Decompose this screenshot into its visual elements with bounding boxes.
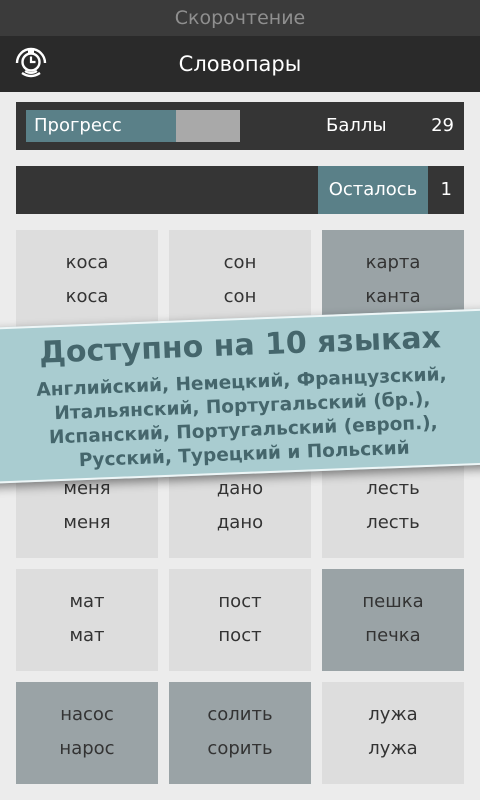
word-bottom: коса bbox=[65, 286, 109, 307]
word-bottom: дано bbox=[216, 512, 264, 533]
word-bottom: канта bbox=[365, 286, 421, 307]
score-value: 29 bbox=[431, 115, 454, 136]
word-top: коса bbox=[65, 252, 109, 273]
word-top: солить bbox=[207, 704, 273, 725]
word-top: дано bbox=[216, 478, 264, 499]
word-pair-card[interactable]: солить сорить bbox=[169, 682, 311, 784]
word-bottom: нарос bbox=[59, 738, 115, 759]
word-top: сон bbox=[223, 252, 257, 273]
word-pair-card[interactable]: насос нарос bbox=[16, 682, 158, 784]
word-pair-card[interactable]: пешка печка bbox=[322, 569, 464, 671]
word-bottom: мат bbox=[69, 625, 105, 646]
word-pair-card[interactable]: пост пост bbox=[169, 569, 311, 671]
word-bottom: сон bbox=[223, 286, 257, 307]
word-top: пешка bbox=[362, 591, 424, 612]
stopwatch-icon[interactable] bbox=[12, 46, 50, 82]
progress-label: Прогресс bbox=[34, 115, 122, 136]
remaining-value: 1 bbox=[440, 179, 452, 200]
word-bottom: лесть bbox=[366, 512, 420, 533]
window-title: Скорочтение bbox=[0, 0, 480, 36]
word-bottom: сорить bbox=[207, 738, 273, 759]
remaining-panel: Осталось 1 bbox=[16, 166, 464, 214]
languages-promo-banner: Доступно на 10 языках Английский, Немецк… bbox=[0, 307, 480, 485]
word-bottom: лужа bbox=[368, 738, 418, 759]
word-top: мат bbox=[69, 591, 105, 612]
word-top: пост bbox=[218, 591, 262, 612]
word-top: карта bbox=[365, 252, 421, 273]
remaining-label: Осталось bbox=[318, 166, 428, 214]
word-top: лесть bbox=[366, 478, 420, 499]
word-top: лужа bbox=[368, 704, 418, 725]
word-bottom: печка bbox=[365, 625, 421, 646]
word-top: насос bbox=[60, 704, 114, 725]
word-bottom: меня bbox=[63, 512, 111, 533]
stats-panel: Прогресс Баллы 29 bbox=[16, 102, 464, 150]
score-label: Баллы bbox=[326, 115, 387, 136]
page-title: Словопары bbox=[178, 52, 302, 76]
word-pair-card[interactable]: лесть лесть bbox=[322, 456, 464, 558]
word-pair-card[interactable]: лужа лужа bbox=[322, 682, 464, 784]
progress-bar: Прогресс bbox=[26, 110, 240, 142]
word-pair-card[interactable]: мат мат bbox=[16, 569, 158, 671]
word-bottom: пост bbox=[218, 625, 262, 646]
word-pair-card[interactable]: коса коса bbox=[16, 230, 158, 332]
action-bar: Словопары bbox=[0, 36, 480, 92]
